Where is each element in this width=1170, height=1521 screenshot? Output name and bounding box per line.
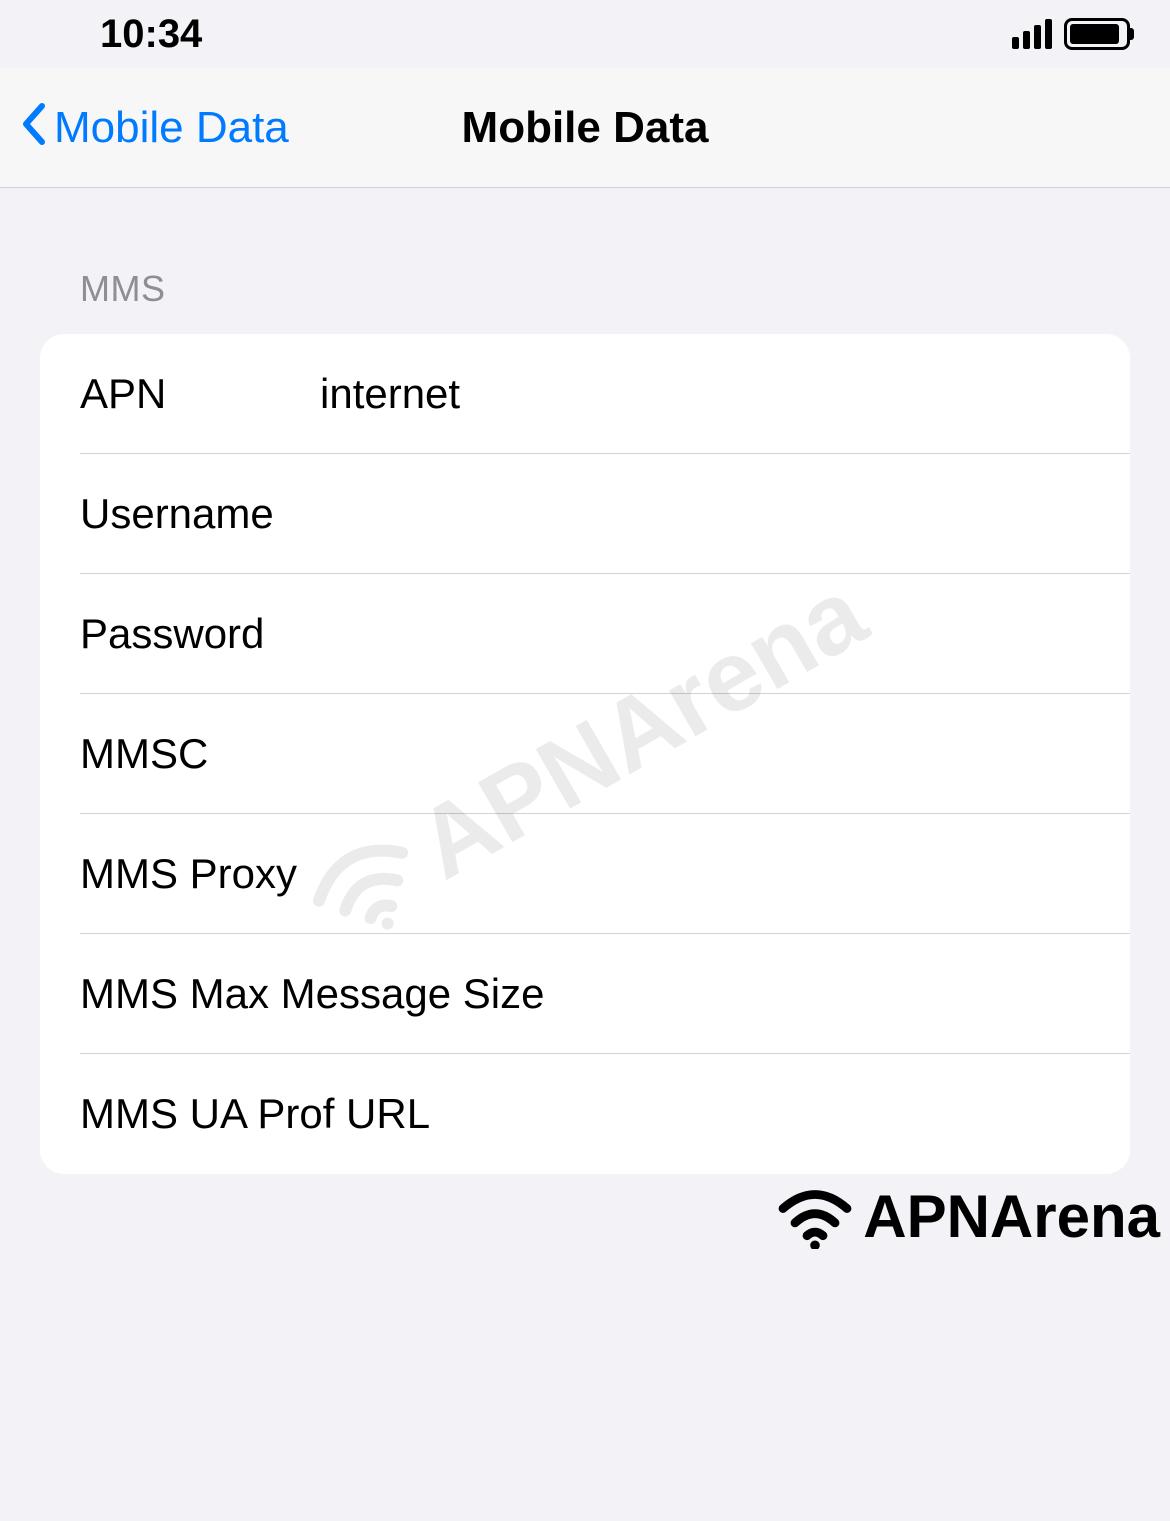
- input-mms-proxy[interactable]: [549, 850, 1090, 898]
- brand-footer: APNArena: [775, 1182, 1160, 1251]
- label-mmsc: MMSC: [80, 730, 320, 778]
- navigation-bar: Mobile Data Mobile Data: [0, 68, 1170, 188]
- row-password[interactable]: Password: [40, 574, 1130, 694]
- label-password: Password: [80, 610, 320, 658]
- row-mms-max-size[interactable]: MMS Max Message Size: [40, 934, 1130, 1054]
- row-apn[interactable]: APN: [40, 334, 1130, 454]
- wifi-icon: [775, 1184, 855, 1249]
- brand-text: APNArena: [863, 1182, 1160, 1251]
- status-time: 10:34: [40, 12, 202, 57]
- label-apn: APN: [80, 370, 320, 418]
- input-password[interactable]: [320, 610, 1090, 658]
- label-mms-proxy: MMS Proxy: [80, 850, 549, 898]
- section-header-mms: MMS: [40, 188, 1130, 334]
- status-bar: 10:34: [0, 0, 1170, 68]
- input-apn[interactable]: [320, 370, 1090, 418]
- battery-icon: [1064, 18, 1130, 50]
- status-icons: [1012, 18, 1130, 50]
- cellular-signal-icon: [1012, 19, 1052, 49]
- input-username[interactable]: [320, 490, 1090, 538]
- row-mmsc[interactable]: MMSC: [40, 694, 1130, 814]
- label-mms-ua-prof: MMS UA Prof URL: [80, 1090, 1090, 1138]
- input-mmsc[interactable]: [320, 730, 1090, 778]
- row-mms-ua-prof[interactable]: MMS UA Prof URL: [40, 1054, 1130, 1174]
- chevron-left-icon: [20, 102, 46, 154]
- back-button[interactable]: Mobile Data: [20, 102, 289, 154]
- row-username[interactable]: Username: [40, 454, 1130, 574]
- settings-group-mms: APN Username Password MMSC MMS Proxy MMS…: [40, 334, 1130, 1174]
- label-mms-max-size: MMS Max Message Size: [80, 970, 1090, 1018]
- row-mms-proxy[interactable]: MMS Proxy: [40, 814, 1130, 934]
- page-title: Mobile Data: [462, 103, 709, 153]
- content-area: MMS APN Username Password MMSC MMS Proxy: [0, 188, 1170, 1174]
- label-username: Username: [80, 490, 320, 538]
- back-label: Mobile Data: [54, 103, 289, 153]
